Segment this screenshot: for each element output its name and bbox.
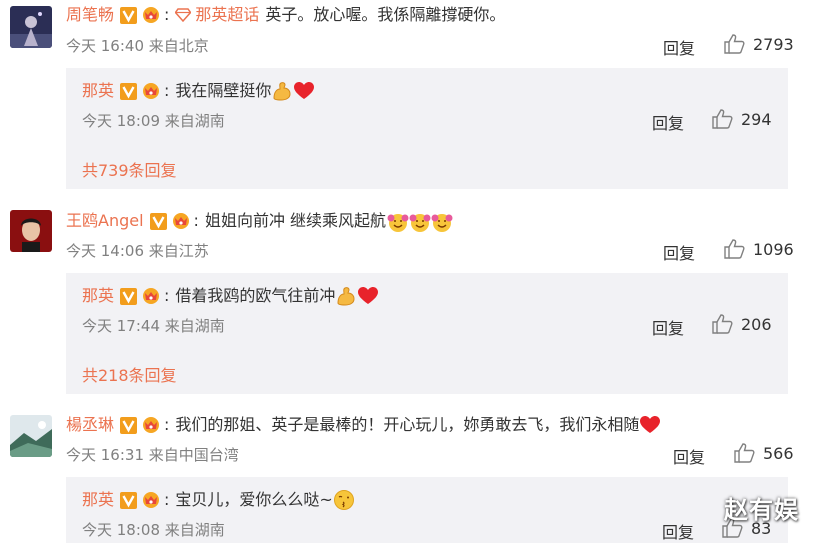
reply-button[interactable]: 回复	[663, 35, 695, 59]
comment-text: 姐姐向前冲 继续乘风起航	[204, 211, 387, 230]
colon: :	[164, 286, 170, 305]
sub-reply-box: 那英 : 我在隔壁挺你 今天 18:09 来自湖南 回复 294 共739条回复	[66, 68, 788, 189]
like-count: 2793	[753, 34, 794, 54]
heart-icon	[293, 80, 315, 102]
thumbs-up-icon	[724, 239, 745, 259]
colon: :	[193, 211, 199, 230]
cheer-icon	[430, 210, 453, 232]
member-crown-icon	[170, 212, 192, 230]
diamond-icon	[175, 8, 192, 22]
cheer-icon	[386, 210, 409, 232]
verified-v-icon	[120, 416, 138, 434]
reply-button[interactable]: 回复	[652, 110, 684, 134]
thumbs-up-icon	[734, 443, 755, 463]
topic-link[interactable]: 那英超话	[175, 5, 259, 25]
verified-v-icon	[120, 6, 138, 24]
verified-v-icon	[149, 212, 167, 230]
sub-reply-text: 宝贝儿，爱你么么哒~	[175, 490, 333, 509]
sub-username[interactable]: 那英	[82, 286, 114, 306]
sub-reply-meta: 今天 18:09 来自湖南	[82, 112, 225, 130]
colon: :	[164, 490, 170, 509]
like-button[interactable]: 206	[712, 314, 772, 334]
like-button[interactable]: 1096	[724, 239, 794, 259]
kiss-face-icon	[333, 489, 355, 511]
reply-button[interactable]: 回复	[673, 444, 705, 468]
like-count: 294	[741, 109, 772, 129]
sub-username[interactable]: 那英	[82, 81, 114, 101]
reply-button[interactable]: 回复	[652, 315, 684, 339]
heart-icon	[639, 414, 661, 436]
watermark: 赵有娱	[724, 496, 799, 524]
more-replies-link[interactable]: 共218条回复	[82, 362, 177, 386]
verified-v-icon	[120, 491, 138, 509]
cheer-icon	[408, 210, 431, 232]
comment-item: 周笔畅 : 那英超话 英子。放心喔。我係隔離撐硬你。 今天 16:40 来自北京…	[0, 0, 813, 195]
thumbs-up-icon	[712, 314, 733, 334]
username[interactable]: 王鸥Angel	[66, 211, 144, 231]
flexed-biceps-icon	[271, 80, 293, 102]
comment-text: 英子。放心喔。我係隔離撐硬你。	[265, 5, 506, 24]
comment-meta: 今天 14:06 来自江苏	[66, 242, 209, 260]
like-button[interactable]: 566	[734, 443, 794, 463]
like-button[interactable]: 2793	[724, 34, 794, 54]
verified-v-icon	[120, 82, 138, 100]
sub-reply-meta: 今天 18:08 来自湖南	[82, 521, 225, 539]
comment-item: 楊丞琳 : 我们的那姐、英子是最棒的！开心玩儿，妳勇敢去飞，我们永相随 今天 1…	[0, 410, 813, 543]
colon: :	[164, 5, 170, 24]
comment-text: 我们的那姐、英子是最棒的！开心玩儿，妳勇敢去飞，我们永相随	[175, 415, 640, 434]
reply-button[interactable]: 回复	[662, 519, 694, 543]
sub-reply-text: 我在隔壁挺你	[175, 81, 272, 100]
like-count: 1096	[753, 239, 794, 259]
member-crown-icon	[140, 6, 162, 24]
topic-label[interactable]: 那英超话	[195, 5, 259, 25]
heart-icon	[357, 285, 379, 307]
comment-meta: 今天 16:31 来自中国台湾	[66, 446, 239, 464]
sub-reply-box: 那英 : 宝贝儿，爱你么么哒~ 今天 18:08 来自湖南 回复 83	[66, 477, 788, 543]
sub-username[interactable]: 那英	[82, 490, 114, 510]
comment-meta: 今天 16:40 来自北京	[66, 37, 209, 55]
like-count: 566	[763, 443, 794, 463]
like-count: 206	[741, 314, 772, 334]
verified-v-icon	[120, 287, 138, 305]
thumbs-up-icon	[712, 109, 733, 129]
sub-reply-text: 借着我鸥的欧气往前冲	[175, 286, 336, 305]
avatar[interactable]	[10, 6, 52, 48]
sub-reply-box: 那英 : 借着我鸥的欧气往前冲 今天 17:44 来自湖南 回复 206 共21…	[66, 273, 788, 394]
like-button[interactable]: 294	[712, 109, 772, 129]
thumbs-up-icon	[724, 34, 745, 54]
username[interactable]: 楊丞琳	[66, 415, 114, 435]
reply-button[interactable]: 回复	[663, 240, 695, 264]
colon: :	[164, 81, 170, 100]
sub-reply-meta: 今天 17:44 来自湖南	[82, 317, 225, 335]
avatar[interactable]	[10, 415, 52, 457]
username[interactable]: 周笔畅	[66, 5, 114, 25]
member-crown-icon	[140, 82, 162, 100]
member-crown-icon	[140, 416, 162, 434]
more-replies-link[interactable]: 共739条回复	[82, 157, 177, 181]
avatar[interactable]	[10, 210, 52, 252]
flexed-biceps-icon	[335, 285, 357, 307]
colon: :	[164, 415, 170, 434]
comment-item: 王鸥Angel : 姐姐向前冲 继续乘风起航 今天 14:06 来自江苏 回复 …	[0, 205, 813, 400]
member-crown-icon	[140, 287, 162, 305]
member-crown-icon	[140, 491, 162, 509]
